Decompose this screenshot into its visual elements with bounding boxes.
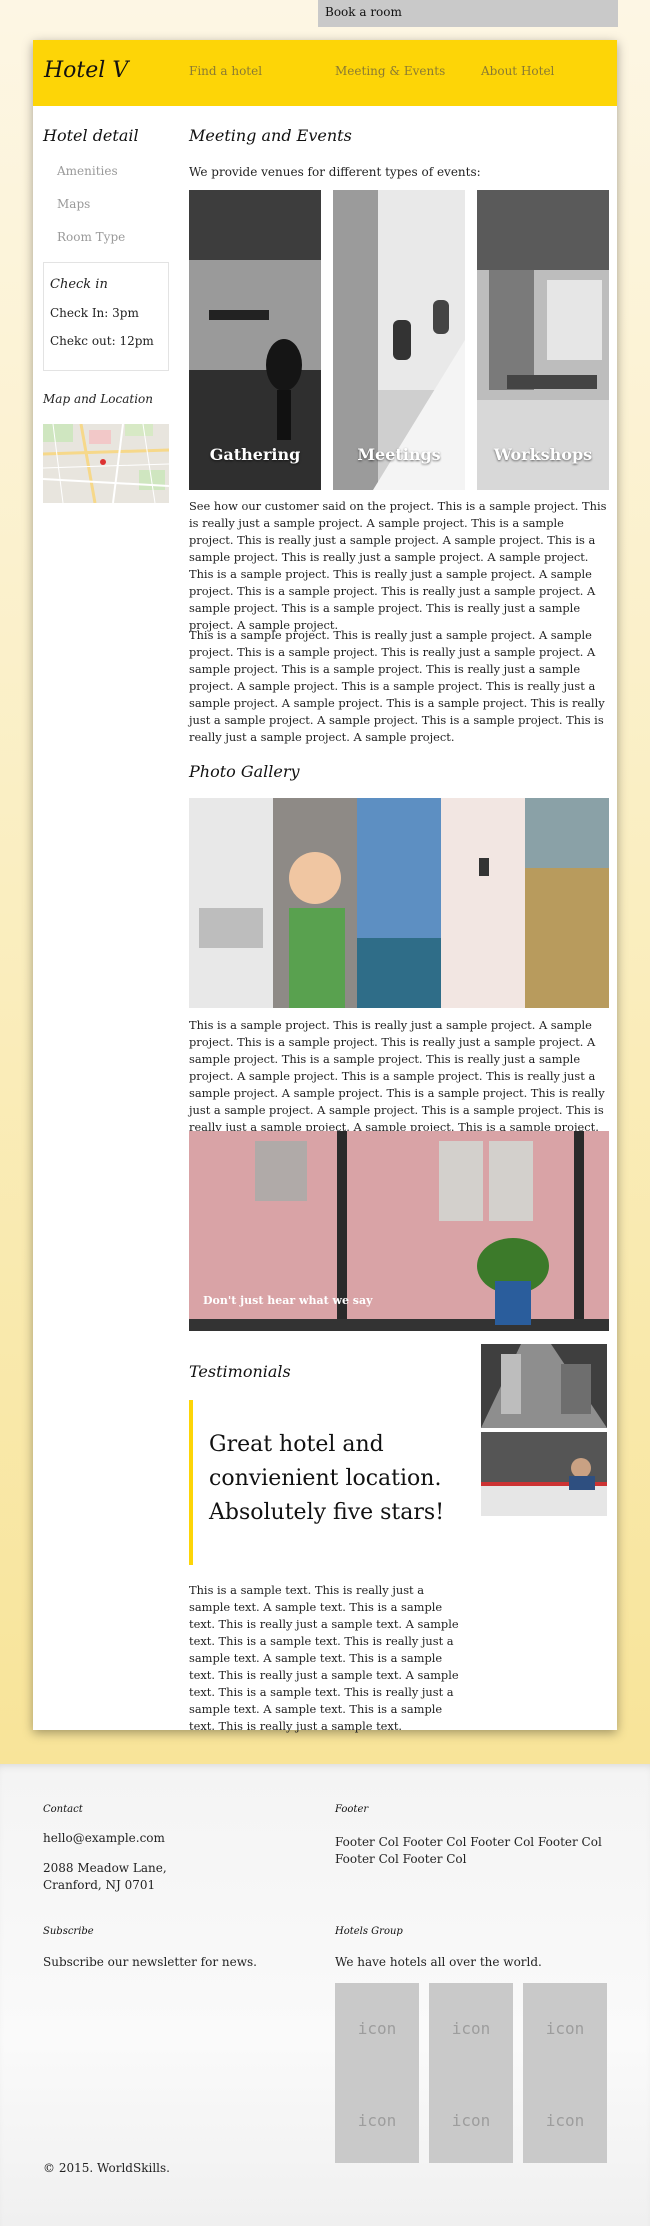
footer-subscribe-text: Subscribe our newsletter for news. — [43, 1955, 257, 1969]
footer-col-title: Footer — [335, 1804, 369, 1815]
checkin-box: Check in Check In: 3pm Chekc out: 12pm — [43, 262, 169, 371]
check-out-time: Chekc out: 12pm — [50, 334, 154, 348]
footer-subscribe-title: Subscribe — [43, 1926, 94, 1937]
brand-logo[interactable]: Hotel V — [44, 58, 128, 83]
testimonial-text: This is a sample text. This is really ju… — [189, 1583, 459, 1733]
hotel-group-icon-2[interactable]: icon icon — [429, 1983, 513, 2163]
footer-address-line2: Cranford, NJ 0701 — [43, 1878, 156, 1892]
events-title: Meeting and Events — [189, 126, 352, 145]
venue-label-meetings: Meetings — [357, 445, 441, 464]
testimonial-banner: Don't just hear what we say — [189, 1131, 609, 1331]
footer-contact-title: Contact — [43, 1804, 83, 1815]
location-map[interactable] — [43, 424, 169, 503]
footer-address-line1: 2088 Meadow Lane, — [43, 1861, 167, 1875]
events-paragraph-1: See how our customer said on the project… — [189, 499, 607, 632]
hotel-icon-label: icon — [357, 2111, 397, 2130]
hotel-icon-label: icon — [451, 2019, 491, 2038]
venue-card-meetings[interactable]: Meetings — [333, 190, 465, 490]
footer-copyright: © 2015. WorldSkills. — [43, 2161, 170, 2175]
venue-card-gathering[interactable]: Gathering — [189, 190, 321, 490]
gallery-title: Photo Gallery — [189, 762, 300, 781]
hotel-icon-label: icon — [451, 2111, 491, 2130]
book-room-button[interactable]: Book a room — [318, 0, 618, 27]
check-in-time: Check In: 3pm — [50, 306, 139, 320]
sidebar-link-amenities[interactable]: Amenities — [57, 164, 118, 178]
footer-email[interactable]: hello@example.com — [43, 1830, 165, 1847]
sidebar-title: Hotel detail — [43, 126, 139, 145]
nav-meeting-events[interactable]: Meeting & Events — [335, 64, 445, 78]
events-intro: We provide venues for different types of… — [189, 165, 481, 179]
photo-gallery[interactable] — [189, 798, 609, 1008]
checkin-title: Check in — [50, 277, 108, 292]
hotel-group-icon-3[interactable]: icon icon — [523, 1983, 607, 2163]
nav-about-hotel[interactable]: About Hotel — [481, 64, 554, 78]
hotel-icon-label: icon — [545, 2019, 585, 2038]
hotel-icon-label: icon — [545, 2111, 585, 2130]
testimonial-photo-2 — [481, 1432, 607, 1516]
site-footer: Contact hello@example.com 2088 Meadow La… — [0, 1764, 650, 2226]
testimonial-quote: Great hotel and convienient location. Ab… — [189, 1400, 459, 1565]
footer-col-text: Footer Col Footer Col Footer Col Footer … — [335, 1835, 602, 1866]
testimonial-photo-1 — [481, 1344, 607, 1428]
hotel-group-icon-1[interactable]: icon icon — [335, 1983, 419, 2163]
site-header: Hotel V Find a hotel Meeting & Events Ab… — [33, 40, 617, 106]
main-card: Hotel V Find a hotel Meeting & Events Ab… — [33, 40, 617, 1733]
venue-label-gathering: Gathering — [209, 445, 301, 464]
nav-find-hotel[interactable]: Find a hotel — [189, 64, 262, 78]
venue-label-workshops: Workshops — [493, 445, 593, 464]
banner-caption: Don't just hear what we say — [203, 1294, 373, 1307]
testimonials-title: Testimonials — [189, 1362, 291, 1381]
map-title: Map and Location — [43, 392, 153, 406]
sidebar-link-room-type[interactable]: Room Type — [57, 230, 125, 244]
sidebar-link-maps[interactable]: Maps — [57, 197, 90, 211]
footer-group-title: Hotels Group — [335, 1926, 403, 1937]
events-paragraph-2: This is a sample project. This is really… — [189, 628, 605, 744]
venue-card-workshops[interactable]: Workshops — [477, 190, 609, 490]
hotel-icon-label: icon — [357, 2019, 397, 2038]
footer-group-text: We have hotels all over the world. — [335, 1955, 542, 1969]
